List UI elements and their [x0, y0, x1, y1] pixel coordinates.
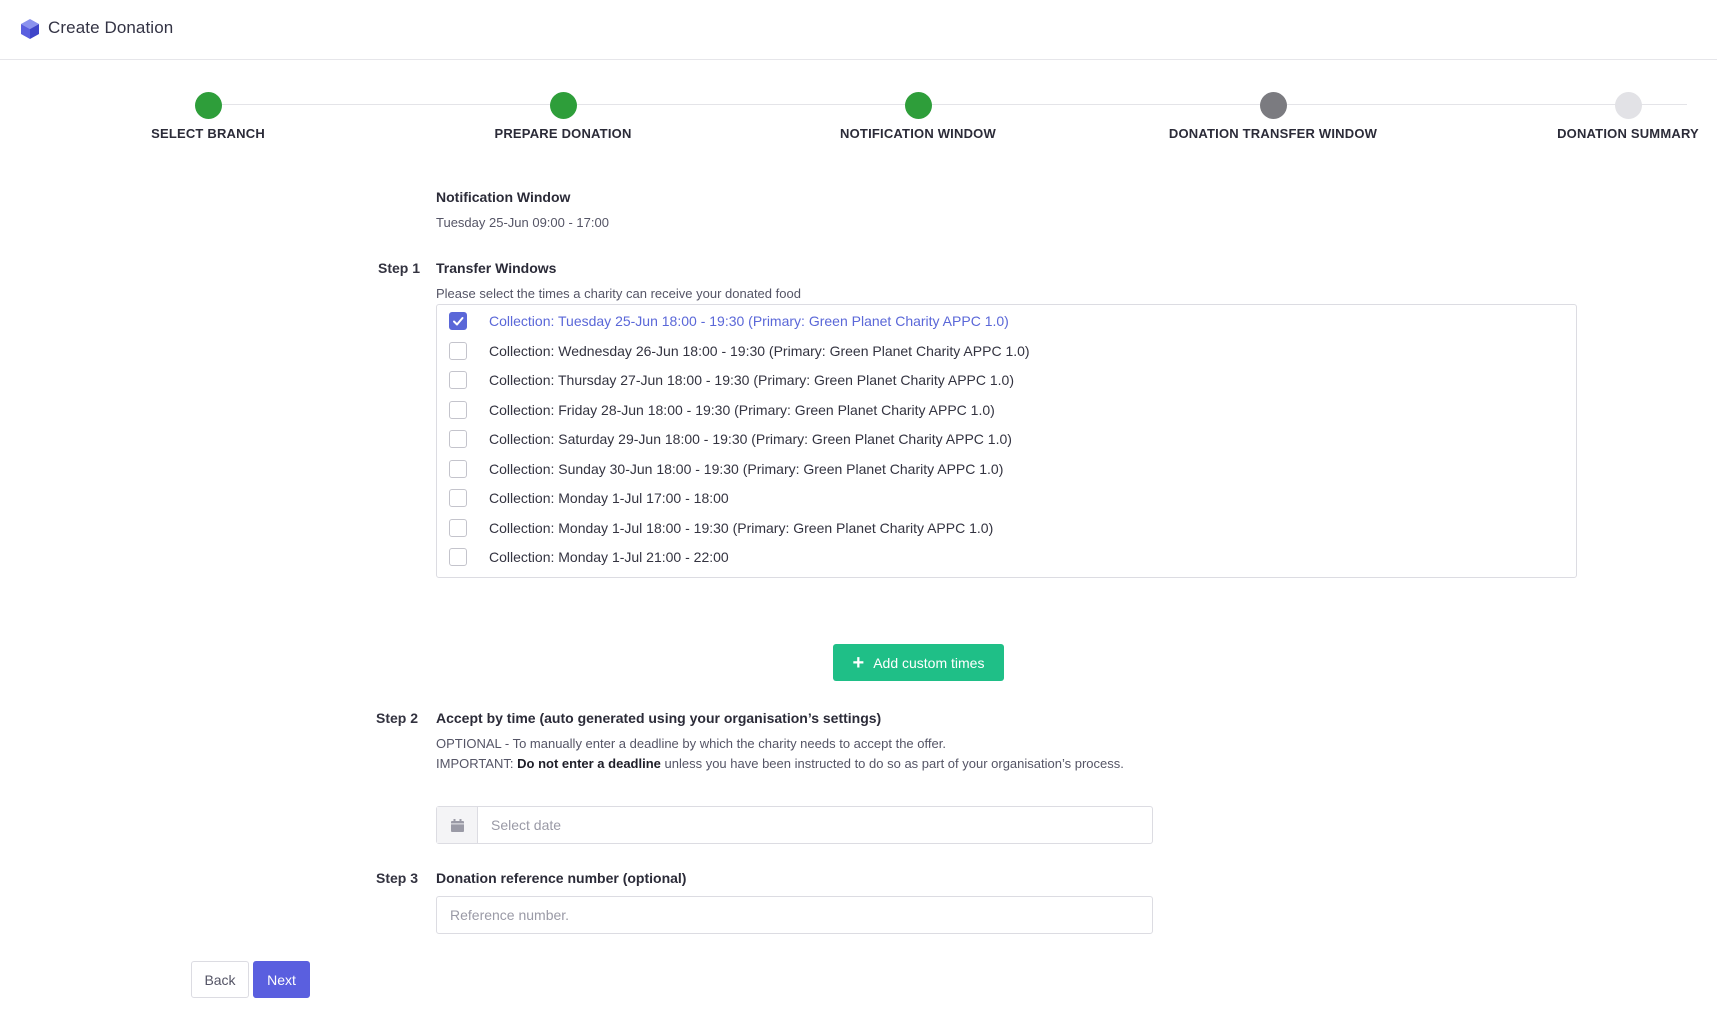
reference-number-heading: Donation reference number (optional) [436, 870, 687, 886]
top-bar: Create Donation [0, 0, 1717, 60]
step-2-label: Step 2 [376, 710, 419, 726]
transfer-window-label: Collection: Monday 1-Jul 17:00 - 18:00 [489, 490, 729, 506]
stepper-dot [549, 92, 577, 119]
reference-number-input[interactable]: Reference number. [436, 896, 1153, 934]
stepper-label: PREPARE DONATION [494, 126, 632, 141]
checkbox[interactable] [449, 519, 467, 537]
checkbox[interactable] [449, 430, 467, 448]
transfer-window-option[interactable]: Collection: Thursday 27-Jun 18:00 - 19:3… [449, 369, 1014, 391]
transfer-windows-instructions: Please select the times a charity can re… [436, 286, 801, 301]
checkbox[interactable] [449, 371, 467, 389]
transfer-window-option[interactable]: Collection: Monday 1-Jul 17:00 - 18:00 [449, 487, 729, 509]
stepper-label: DONATION SUMMARY [1557, 126, 1699, 141]
accept-by-date-input[interactable]: Select date [436, 806, 1153, 844]
add-custom-times-button[interactable]: + Add custom times [833, 644, 1004, 681]
accept-by-optional-note: OPTIONAL - To manually enter a deadline … [436, 736, 946, 751]
checkbox[interactable] [449, 548, 467, 566]
stepper-step-donation-summary: DONATION SUMMARY [1478, 88, 1717, 141]
stepper-step-select-branch[interactable]: SELECT BRANCH [58, 88, 358, 141]
transfer-window-option[interactable]: Collection: Wednesday 26-Jun 18:00 - 19:… [449, 340, 1030, 362]
checkbox[interactable] [449, 312, 467, 330]
accept-by-important-note: IMPORTANT: Do not enter a deadline unles… [436, 754, 1156, 773]
transfer-window-label: Collection: Tuesday 25-Jun 18:00 - 19:30… [489, 313, 1009, 329]
transfer-window-option[interactable]: Collection: Monday 1-Jul 21:00 - 22:00 [449, 546, 729, 568]
transfer-window-label: Collection: Saturday 29-Jun 18:00 - 19:3… [489, 431, 1012, 447]
reference-placeholder: Reference number. [450, 907, 570, 923]
stepper-step-donation-transfer-window: DONATION TRANSFER WINDOW [1123, 88, 1423, 141]
date-placeholder: Select date [491, 817, 562, 833]
page-title: Create Donation [48, 18, 174, 37]
transfer-windows-list: Collection: Tuesday 25-Jun 18:00 - 19:30… [436, 304, 1577, 578]
checkbox[interactable] [449, 401, 467, 419]
calendar-icon [450, 818, 464, 832]
stepper-step-notification-window[interactable]: NOTIFICATION WINDOW [768, 88, 1068, 141]
checkbox[interactable] [449, 460, 467, 478]
accept-by-time-heading: Accept by time (auto generated using you… [436, 710, 882, 726]
stepper-label: NOTIFICATION WINDOW [840, 126, 996, 141]
transfer-window-option[interactable]: Collection: Sunday 30-Jun 18:00 - 19:30 … [449, 458, 1003, 480]
stepper-dot [194, 92, 222, 119]
checkbox[interactable] [449, 342, 467, 360]
transfer-window-label: Collection: Monday 1-Jul 21:00 - 22:00 [489, 549, 729, 565]
check-icon [453, 317, 464, 326]
back-button[interactable]: Back [191, 961, 249, 998]
transfer-window-label: Collection: Friday 28-Jun 18:00 - 19:30 … [489, 402, 995, 418]
checkbox[interactable] [449, 489, 467, 507]
transfer-window-option[interactable]: Collection: Tuesday 25-Jun 18:00 - 19:30… [449, 310, 1009, 332]
stepper-dot [1259, 92, 1287, 119]
stepper-step-prepare-donation[interactable]: PREPARE DONATION [413, 88, 713, 141]
transfer-window-option[interactable]: Collection: Saturday 29-Jun 18:00 - 19:3… [449, 428, 1012, 450]
transfer-windows-heading: Transfer Windows [436, 260, 557, 276]
next-button[interactable]: Next [253, 961, 310, 998]
plus-icon: + [852, 651, 865, 674]
notification-window-value: Tuesday 25-Jun 09:00 - 17:00 [436, 215, 609, 230]
important-bold: Do not enter a deadline [517, 756, 661, 771]
important-prefix: IMPORTANT: [436, 756, 518, 771]
transfer-window-label: Collection: Monday 1-Jul 18:00 - 19:30 (… [489, 520, 994, 536]
stepper-label: SELECT BRANCH [151, 126, 265, 141]
step-3-label: Step 3 [376, 870, 419, 886]
calendar-icon-wrapper[interactable] [437, 807, 478, 843]
cube-icon [21, 19, 39, 39]
important-rest: unless you have been instructed to do so… [660, 756, 1124, 771]
add-custom-times-label: Add custom times [873, 654, 985, 671]
transfer-window-label: Collection: Wednesday 26-Jun 18:00 - 19:… [489, 343, 1030, 359]
step-1-label: Step 1 [378, 260, 421, 276]
transfer-window-label: Collection: Sunday 30-Jun 18:00 - 19:30 … [489, 461, 1004, 477]
stepper-dot [904, 92, 932, 119]
stepper-dot [1614, 92, 1642, 119]
stepper-label: DONATION TRANSFER WINDOW [1168, 126, 1378, 141]
transfer-window-option[interactable]: Collection: Friday 28-Jun 18:00 - 19:30 … [449, 399, 995, 421]
transfer-window-label: Collection: Thursday 27-Jun 18:00 - 19:3… [489, 372, 1014, 388]
notification-window-heading: Notification Window [436, 189, 571, 205]
transfer-window-option[interactable]: Collection: Monday 1-Jul 18:00 - 19:30 (… [449, 517, 993, 539]
progress-stepper: SELECT BRANCH PREPARE DONATION NOTIFICAT… [0, 88, 1717, 148]
